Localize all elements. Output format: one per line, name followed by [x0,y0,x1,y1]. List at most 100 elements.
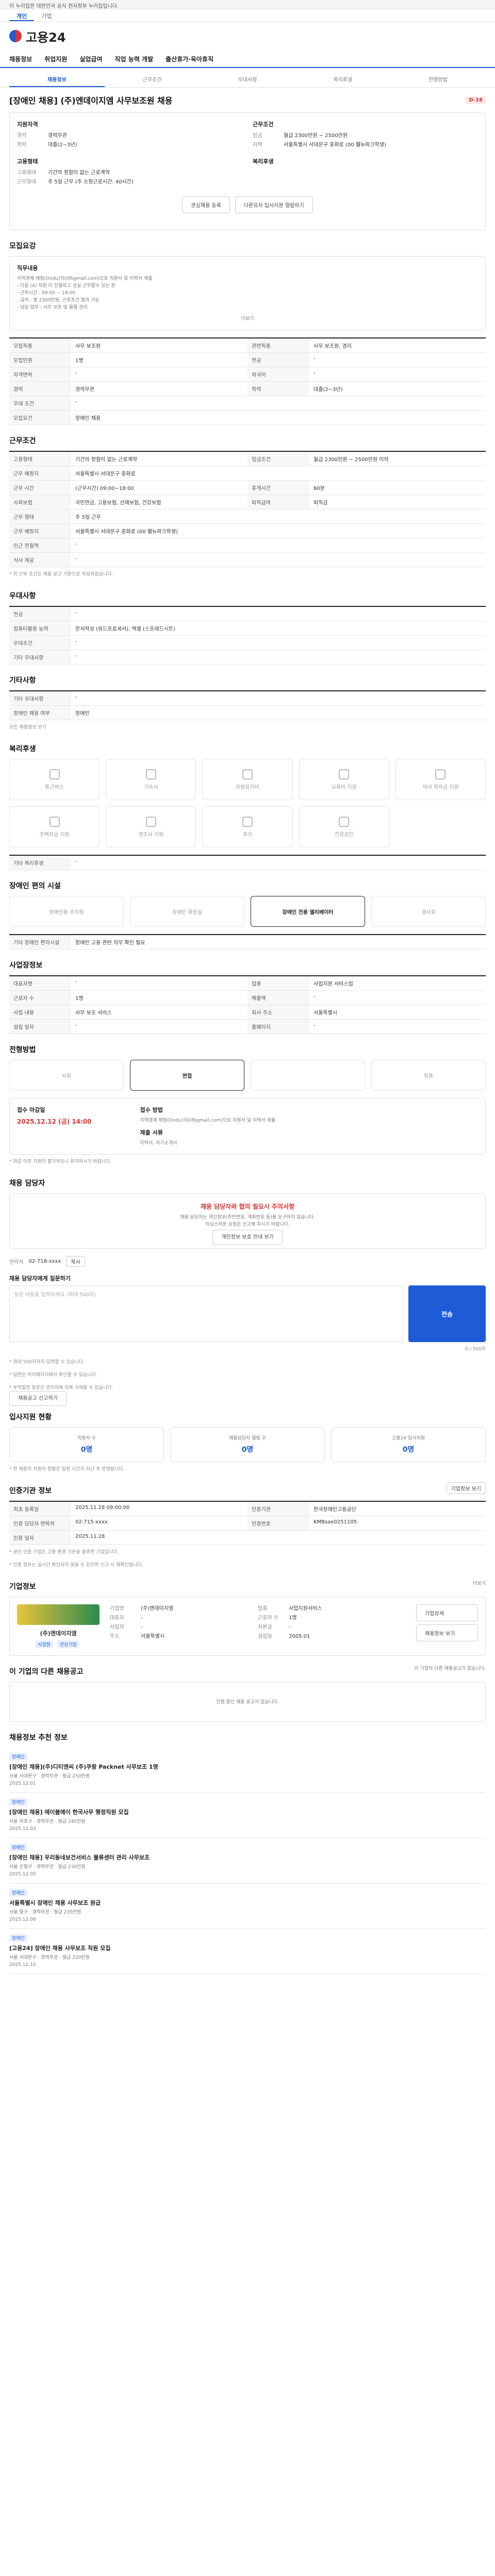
copy-button[interactable]: 복사 [66,1256,85,1267]
stat-card: 지원자 수 0명 [9,1427,164,1462]
th: 매출액 [248,991,309,1005]
list-item[interactable]: 장애인 [장애인 채용](주)디티엔씨 (주)쿠팡 Packnet 사무보조 1명… [9,1748,486,1793]
company-jobs-button[interactable]: 채용정보 보기 [416,1624,478,1641]
pref-table: 전공 - 컴퓨터활용 능력 문서작성 (워드프로세서), 엑셀 (스프레드시트) 우… [9,606,486,665]
kv-key: 근무형태 [17,179,36,185]
company-info-button[interactable]: 기업정보 보기 [446,1482,486,1494]
th: 학력 [248,382,309,396]
gnb-support[interactable]: 취업지원 [44,55,67,63]
docs-value: 이력서, 자기소개서 [140,1141,177,1146]
duty-line: - 근무시간 : 09:00 ~ 18:00 [17,291,76,296]
td: - [75,556,77,562]
bookmark-button[interactable]: 관심채용 등록 [182,196,230,213]
site-logo[interactable]: 고용24 [0,22,495,50]
gnb-jobs[interactable]: 채용정보 [9,55,32,63]
kv-val: 서울특별시 서대문구 중화로 (00 웰뉴파크학생) [284,142,386,148]
corp-more-link[interactable]: 더보기 [473,1580,486,1587]
step-interview: 면접 [130,1060,244,1091]
list-item[interactable]: 장애인 서울특별시 장애인 채용 사무보조 원급 서울 중구 · 경력무관 · 월급… [9,1884,486,1929]
job-tag: 장애인 [9,1934,27,1942]
td: 장애인 [75,711,90,717]
th: 홈페이지 [248,1020,309,1033]
section-title: 근무조건 [9,437,36,445]
th: 인증번호 [248,1516,309,1530]
kv-val: - [289,1624,291,1630]
send-button[interactable]: 전송 [408,1285,486,1342]
kv-key: 기업명 [110,1606,124,1612]
th: 관련직종 [248,338,309,352]
question-note: * 답변은 마이페이지에서 확인할 수 있습니다. [9,1372,97,1378]
td: 1명 [75,358,84,364]
more-link[interactable]: 더보기 [17,315,478,323]
kv-val: 월급 2300만원 ~ 2500만원 [284,133,348,139]
question-input[interactable]: 질문 내용을 입력하세요 (최대 500자) [9,1285,403,1342]
td: (근무시간) 09:00~18:00 [75,486,134,492]
kv-val: 2005.01 [289,1634,310,1639]
td: - [75,1023,77,1028]
subtab-preference[interactable]: 우대사항 [200,72,295,87]
job-title[interactable]: [장애인 채용] 우리동네보건서비스 물류센터 관리 사무보조 [9,1853,486,1861]
td: 사업지원 서비스업 [314,981,353,987]
welfare-other: 기타 복리후생 - [9,855,486,870]
question-label: 채용 담당자에게 질문하기 [9,1275,71,1282]
subtab-recruit[interactable]: 채용정보 [9,72,105,87]
tab-company[interactable]: 기업 [34,9,59,21]
method-label: 접수 방법 [140,1107,163,1113]
welfare-label: 교육비 지원 [331,784,357,790]
etc-link[interactable]: 모든 채용정보 보기 [0,720,495,733]
car-icon [242,769,253,779]
logo-icon [9,30,22,42]
job-desc: 서울 마포구 · 경력무관 · 월급 240만원 [9,1819,86,1824]
th: 업종 [248,976,309,990]
stat-value: 0명 [241,1446,254,1454]
stat-value: 0명 [80,1446,93,1454]
th: 전공 [9,607,71,621]
welfare-card: 휴가 [202,806,293,848]
interest-button[interactable]: 관심기업 [57,1640,79,1648]
req-table: 모집직종 사무 보조원 관련직종 사무 보조원, 경리 모집인원 1명 전공 - 자격면허 -… [9,337,486,425]
kv-val: 경력무관 [48,133,67,139]
subtab-conditions[interactable]: 근무조건 [105,72,200,87]
td: - [314,356,316,362]
kv-key: 근로자 수 [258,1615,278,1621]
welfare-card: 기숙사 [106,759,196,800]
job-title[interactable]: 서울특별시 장애인 채용 사무보조 원급 [9,1899,486,1907]
step-empty [251,1060,365,1091]
subtab-welfare[interactable]: 복리후생 [295,72,390,87]
job-title[interactable]: [장애인 채용](주)디티엔씨 (주)쿠팡 Packnet 사무보조 1명 [9,1762,486,1771]
job-tag: 장애인 [9,1753,27,1760]
th: 모집요건 [9,411,71,425]
th: 인증 일자 [9,1531,71,1545]
tab-personal[interactable]: 개인 [9,9,35,21]
job-tag: 장애인 [9,1843,27,1851]
section-title: 장애인 편의 시설 [9,882,61,890]
gnb-leave[interactable]: 출산휴가·육아휴직 [166,55,213,63]
logo-text: 고용24 [26,30,66,45]
job-title[interactable]: [고용24] 장애인 채용 사무보조 직원 모집 [9,1944,486,1952]
view-applicants-button[interactable]: 다른유저 입사지원 열람하기 [235,196,313,213]
gnb-unemployment[interactable]: 실업급여 [79,55,102,63]
subtab-selection[interactable]: 전형방법 [390,72,486,87]
privacy-guide-button[interactable]: 개인정보 보호 안내 보기 [212,1230,283,1245]
section-title: 기타사항 [9,676,36,685]
company-detail-button[interactable]: 기업상세 [416,1604,478,1621]
th: 외국어 [248,367,309,381]
td: 대졸(2~3년) [314,387,343,393]
gnb-training[interactable]: 직업 능력 개발 [115,55,154,63]
td: - [314,994,316,999]
stats-note: * 현 채용의 지원자 현황은 일정 시간이 지난 후 반영됩니다. [9,1467,125,1472]
th: 경력 [9,382,71,396]
welfare-label: 건강검진 [334,832,354,838]
job-title[interactable]: [장애인 채용] 에이블에이 한국사무 행정직원 모집 [9,1808,486,1816]
list-item[interactable]: 장애인 [장애인 채용] 에이블에이 한국사무 행정직원 모집 서울 마포구 · 경… [9,1793,486,1838]
alert-title: 채용 담당자와 협의 필요시 주의사항 [200,1203,295,1210]
docs-label: 제출 서류 [140,1129,163,1136]
list-item[interactable]: 장애인 [장애인 채용] 우리동네보건서비스 물류센터 관리 사무보조 서울 은평구… [9,1838,486,1884]
td: - [75,370,77,376]
th: 최초 등록일 [9,1502,71,1516]
list-item[interactable]: 장애인 [고용24] 장애인 채용 사무보조 직원 모집 서울 서대문구 · 경력무… [9,1929,486,1974]
deadline-box: 접수 마감일 2025.12.12 (금) 14:00 접수 방법 지역경제 체험(… [9,1098,486,1155]
job-date: 2025.12.01 [9,1781,36,1786]
report-button[interactable]: 채용공고 신고하기 [9,1391,67,1406]
td: KMBsae0251105 [314,1519,357,1525]
